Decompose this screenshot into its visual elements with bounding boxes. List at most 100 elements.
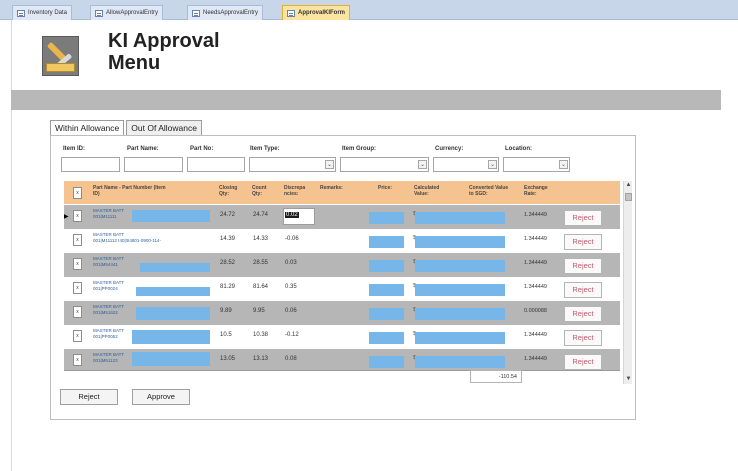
location-combo[interactable]: ⌄ [503, 157, 570, 172]
count-qty-cell[interactable]: 13.13 [253, 356, 268, 362]
page-title: KI Approval Menu [108, 30, 308, 74]
scroll-down-arrow-icon[interactable]: ▼ [624, 375, 633, 384]
chevron-down-icon[interactable]: ⌄ [559, 160, 568, 169]
doc-tab-approval-ki-form[interactable]: ApprovalKIForm [282, 5, 351, 20]
part-no-label: Part No: [190, 146, 214, 152]
closing-qty-cell: 13.05 [220, 356, 236, 362]
closing-qty-cell: 81.29 [220, 284, 236, 290]
grid-bottom-border [64, 370, 620, 371]
closing-qty-cell: 28.52 [220, 260, 236, 266]
chevron-down-icon[interactable]: ⌄ [488, 160, 497, 169]
exchange-rate-cell: 1.344449 [524, 212, 547, 218]
table-row[interactable]: x MASTER BATT 001|PP0052 10.5 10.38 -0.1… [64, 325, 620, 349]
col-calculated-value: Calculated Value: [414, 185, 440, 197]
chevron-down-icon[interactable]: ⌄ [418, 160, 427, 169]
count-qty-cell[interactable]: 10.38 [253, 332, 268, 338]
count-qty-cell[interactable]: 9.95 [253, 308, 265, 314]
row-reject-button[interactable]: Reject [564, 306, 602, 322]
doc-tab-needs-approval-entry[interactable]: NeedsApprovalEntry [187, 5, 264, 20]
discrepancies-field[interactable]: 0.02 [283, 208, 315, 225]
row-checkbox[interactable]: x [73, 234, 82, 246]
col-exchange-rate: Exchange Rate: [524, 185, 548, 197]
approve-button[interactable]: Approve [132, 389, 190, 405]
item-group-combo[interactable]: ⌄ [340, 157, 429, 172]
part-code: 001|M11112 I40|3I4801-0900-114- [93, 238, 162, 243]
table-row[interactable]: x MASTER BATT 001|M51123 13.05 13.13 0.0… [64, 349, 620, 370]
chevron-down-icon[interactable]: ⌄ [325, 160, 334, 169]
row-checkbox[interactable]: x [73, 282, 82, 294]
row-checkbox[interactable]: x [73, 210, 82, 222]
col-closing-qty: Closing Qty: [219, 185, 238, 197]
row-checkbox[interactable]: x [73, 306, 82, 318]
row-reject-button[interactable]: Reject [564, 354, 602, 370]
redacted-block [136, 307, 210, 320]
calculated-value-cell [415, 308, 505, 320]
tab-out-of-allowance[interactable]: Out Of Allowance [126, 120, 202, 136]
total-converted-value: -110.54 [470, 370, 522, 383]
row-reject-button[interactable]: Reject [564, 258, 602, 274]
document-tabs: Inventory Data AllowApprovalEntry NeedsA… [0, 0, 738, 20]
scroll-thumb[interactable] [625, 193, 632, 201]
price-cell [369, 284, 404, 296]
grid-header: x Part Name - Part Number (Item ID) Clos… [64, 181, 620, 204]
table-row[interactable]: x MASTER BATT 001|PP0024 81.29 81.64 0.3… [64, 277, 620, 301]
price-cell [369, 356, 404, 368]
row-checkbox[interactable]: x [73, 354, 82, 366]
form-icon [95, 9, 103, 17]
row-reject-button[interactable]: Reject [564, 282, 602, 298]
table-row[interactable]: ▶ x MASTER BATT 001|M11111 24.72 24.74 0… [64, 205, 620, 229]
item-type-combo[interactable]: ⌄ [249, 157, 336, 172]
select-all-checkbox[interactable]: x [73, 187, 82, 199]
count-qty-cell[interactable]: 28.55 [253, 260, 268, 266]
count-qty-cell[interactable]: 24.74 [253, 212, 268, 218]
part-name-input[interactable] [124, 157, 183, 172]
discrepancies-cell: 0.03 [285, 260, 297, 266]
closing-qty-cell: 9.89 [220, 308, 232, 314]
item-type-label: Item Type: [250, 146, 280, 152]
tab-strip: Within Allowance Out Of Allowance [50, 120, 202, 136]
part-name-cell[interactable]: MASTER BATT 001|M11112 I40|3I4801-0900-1… [93, 232, 213, 244]
part-no-input[interactable] [187, 157, 245, 172]
scroll-up-arrow-icon[interactable]: ▲ [624, 181, 633, 190]
price-cell [369, 236, 404, 248]
currency-label: Currency: [435, 146, 464, 152]
row-reject-button[interactable]: Reject [564, 234, 602, 250]
item-id-input[interactable] [61, 157, 120, 172]
col-converted-value: Converted Value to SGD: [469, 185, 509, 197]
price-cell [369, 212, 404, 224]
exchange-rate-cell: 1.344449 [524, 236, 547, 242]
closing-qty-cell: 24.72 [220, 212, 236, 218]
col-discrepancies: Discrepa ncies: [284, 185, 306, 197]
currency-combo[interactable]: ⌄ [433, 157, 499, 172]
count-qty-cell[interactable]: 81.64 [253, 284, 268, 290]
row-reject-button[interactable]: Reject [564, 210, 602, 226]
row-checkbox[interactable]: x [73, 258, 82, 270]
closing-qty-cell: 14.39 [220, 236, 236, 242]
table-row[interactable]: x MASTER BATT 001|M54441 28.52 28.55 0.0… [64, 253, 620, 277]
calculated-value-cell [415, 284, 505, 296]
item-id-label: Item ID: [63, 146, 86, 152]
calculated-value-cell [415, 356, 505, 368]
count-qty-cell[interactable]: 14.33 [253, 236, 268, 242]
vertical-scrollbar[interactable]: ▲ ▼ [623, 181, 632, 384]
col-remarks: Remarks: [320, 185, 343, 191]
table-row[interactable]: x MASTER BATT 001|M51622 9.89 9.95 0.06 … [64, 301, 620, 325]
table-row[interactable]: x MASTER BATT 001|M11112 I40|3I4801-0900… [64, 229, 620, 253]
row-reject-button[interactable]: Reject [564, 330, 602, 346]
doc-tab-allow-approval-entry[interactable]: AllowApprovalEntry [90, 5, 164, 20]
form-icon [17, 9, 25, 17]
price-cell [369, 260, 404, 272]
doc-tab-label: AllowApprovalEntry [106, 10, 159, 16]
exchange-rate-cell: 1.344449 [524, 332, 547, 338]
item-group-label: Item Group: [342, 146, 376, 152]
record-selector-icon: ▶ [64, 214, 69, 220]
form-icon [287, 9, 295, 17]
header-divider-bar [11, 90, 721, 110]
col-part-name: Part Name - Part Number (Item ID) [93, 185, 166, 197]
location-label: Location: [505, 146, 532, 152]
doc-tab-inventory-data[interactable]: Inventory Data [12, 5, 73, 20]
reject-button[interactable]: Reject [60, 389, 118, 405]
tab-within-allowance[interactable]: Within Allowance [50, 120, 125, 136]
exchange-rate-cell: 1.344449 [524, 356, 547, 362]
row-checkbox[interactable]: x [73, 330, 82, 342]
